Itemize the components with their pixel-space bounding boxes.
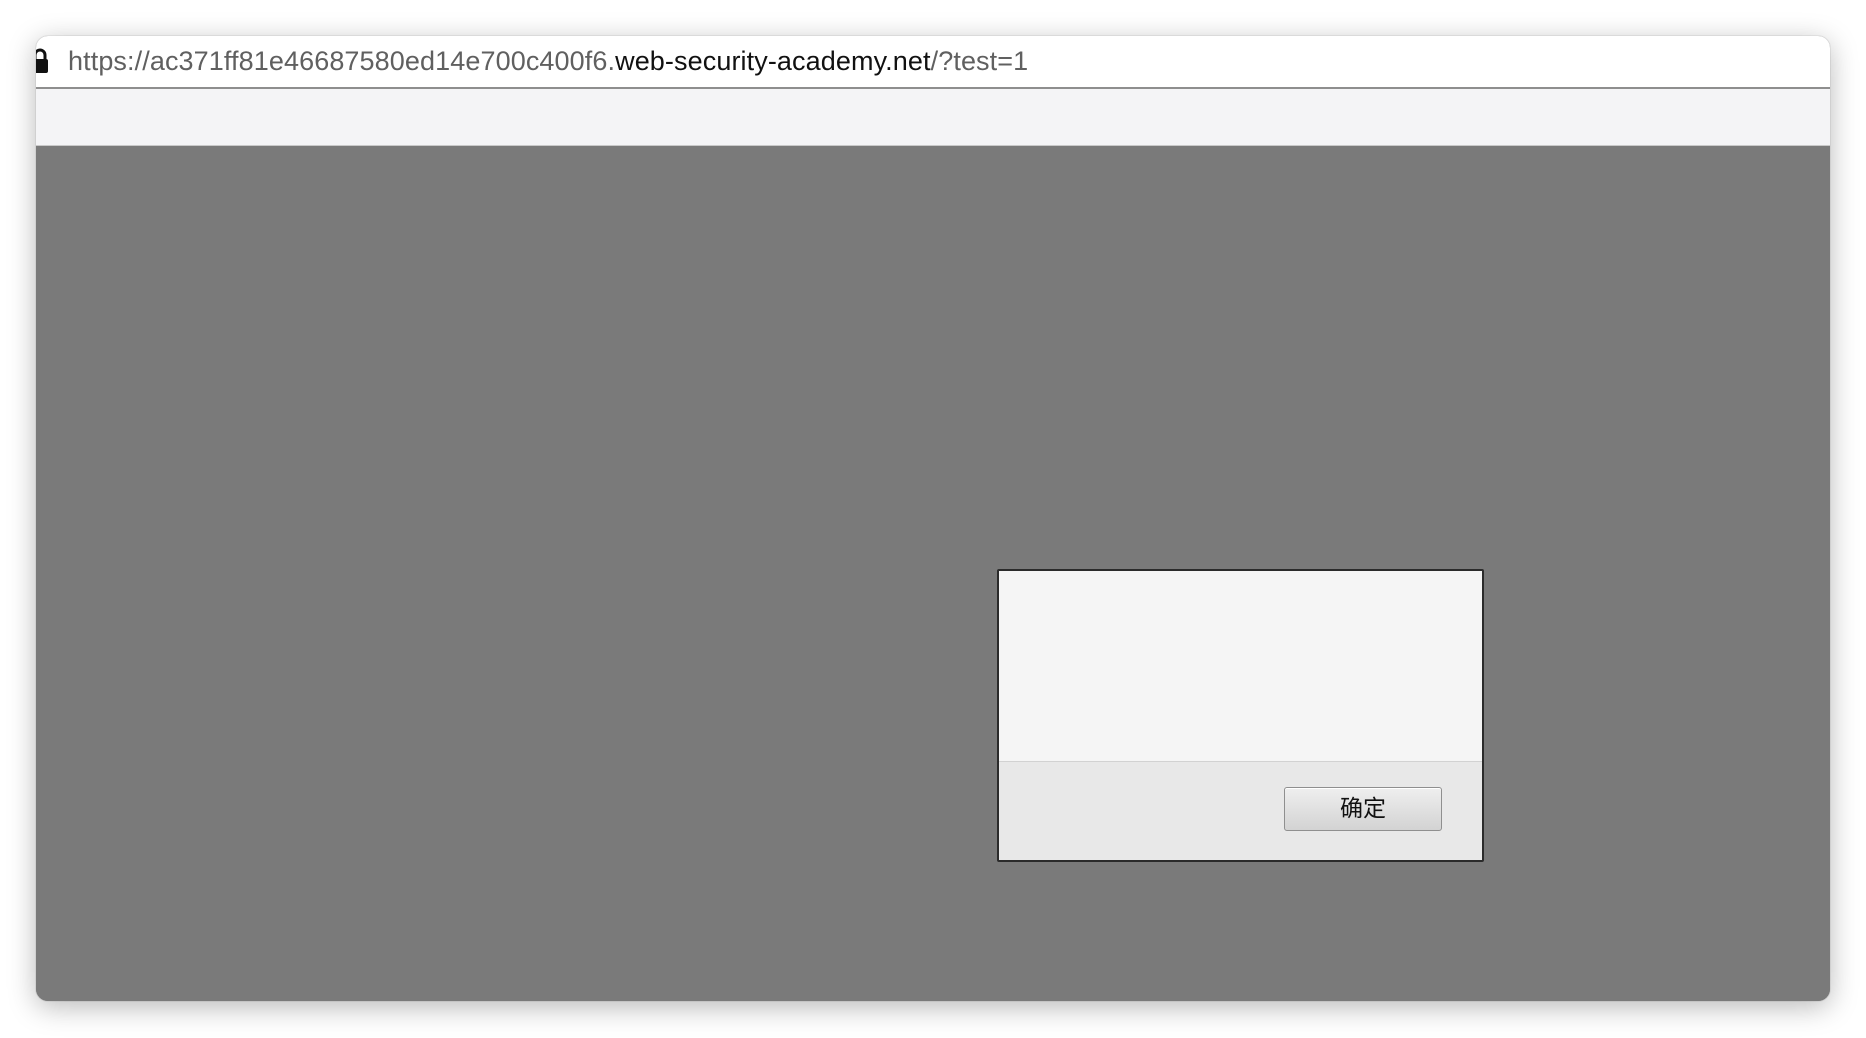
url-prefix: https://ac371ff81e46687580ed14e700c400f6… (68, 46, 616, 76)
address-bar[interactable]: https://ac371ff81e46687580ed14e700c400f6… (36, 36, 1830, 89)
page-toolbar-strip (36, 89, 1830, 146)
alert-dialog: 确定 (997, 569, 1484, 862)
url-suffix: /?test=1 (930, 46, 1029, 76)
alert-message-area (999, 571, 1482, 761)
ok-button[interactable]: 确定 (1284, 787, 1442, 831)
lock-icon[interactable] (36, 47, 50, 75)
alert-footer: 确定 (999, 761, 1482, 860)
url-text[interactable]: https://ac371ff81e46687580ed14e700c400f6… (68, 44, 1028, 78)
modal-overlay (36, 146, 1830, 1001)
browser-window: https://ac371ff81e46687580ed14e700c400f6… (36, 36, 1830, 1001)
url-domain: web-security-academy.net (615, 46, 931, 76)
